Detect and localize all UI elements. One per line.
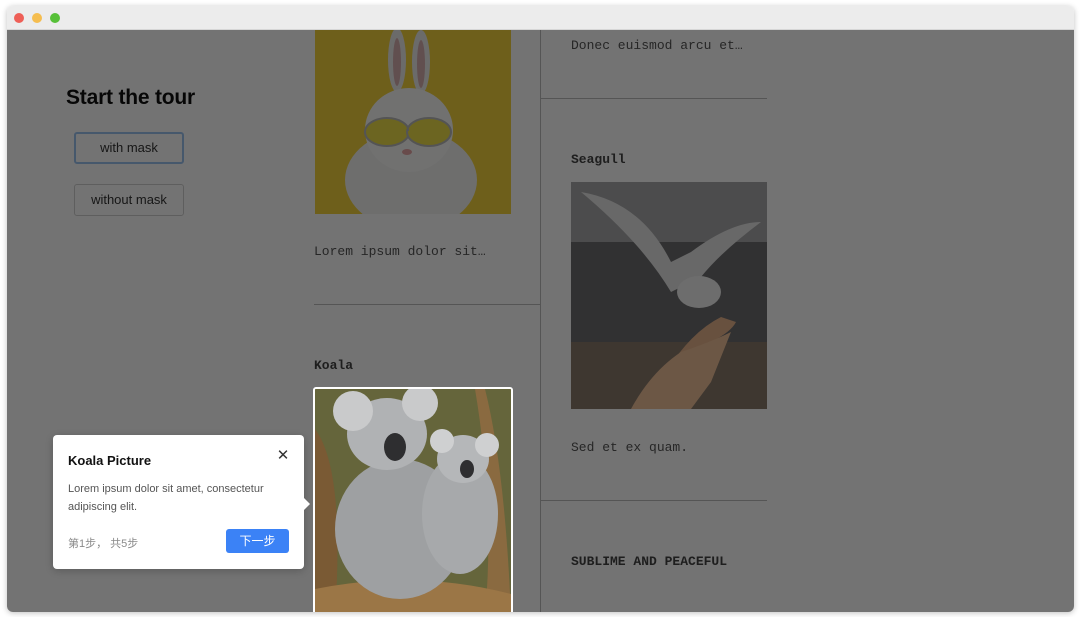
- left-column-divider: [314, 304, 540, 305]
- window-titlebar: [7, 6, 1074, 30]
- rabbit-caption: Lorem ipsum dolor sit…: [314, 244, 486, 259]
- right-column-divider-2: [541, 500, 767, 501]
- page-content: Start the tour with mask without mask Lo…: [7, 30, 1074, 612]
- right-column-divider-1: [541, 98, 767, 99]
- with-mask-button[interactable]: with mask: [74, 132, 184, 164]
- rabbit-image: [315, 30, 511, 214]
- tour-step-indicator: 第1步， 共5步: [68, 538, 139, 550]
- koala-title: Koala: [314, 358, 354, 373]
- window-maximize-button[interactable]: [50, 13, 60, 23]
- popover-arrow: [303, 497, 310, 511]
- window-minimize-button[interactable]: [32, 13, 42, 23]
- browser-window: Start the tour with mask without mask Lo…: [7, 6, 1074, 612]
- window-close-button[interactable]: [14, 13, 24, 23]
- close-icon[interactable]: ✕: [276, 448, 290, 463]
- seagull-image: [571, 182, 767, 409]
- seagull-illustration: [571, 182, 767, 409]
- koala-illustration: [315, 389, 511, 612]
- column-divider: [540, 30, 541, 612]
- tour-title: Koala Picture: [68, 453, 152, 468]
- sublime-title: SUBLIME AND PEACEFUL: [571, 554, 728, 569]
- rabbit-illustration: [315, 30, 511, 214]
- page-title: Start the tour: [66, 86, 196, 109]
- koala-image-highlight: [313, 387, 513, 612]
- top-right-caption: Donec euismod arcu et…: [571, 38, 743, 53]
- next-step-button[interactable]: 下一步: [226, 529, 289, 553]
- seagull-title: Seagull: [571, 152, 626, 167]
- tour-popover: Koala Picture ✕ Lorem ipsum dolor sit am…: [53, 435, 310, 569]
- seagull-caption: Sed et ex quam.: [571, 440, 689, 455]
- tour-description: Lorem ipsum dolor sit amet, consectetur …: [68, 483, 264, 513]
- without-mask-button[interactable]: without mask: [74, 184, 184, 216]
